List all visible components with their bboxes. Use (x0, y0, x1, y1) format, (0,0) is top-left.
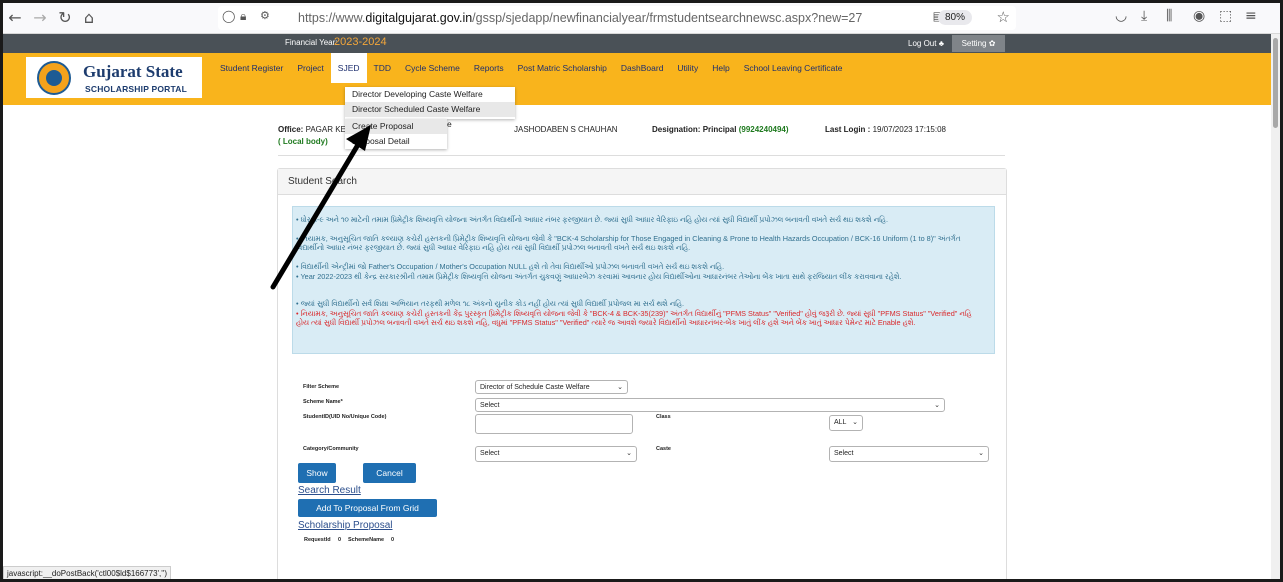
annotation-arrow (270, 125, 371, 290)
browser-window: ← → ↻ ⌂ ◯ 🔒︎ ⚙ https://www.digitalgujara… (3, 3, 1280, 579)
arrow-shaft (270, 140, 362, 290)
